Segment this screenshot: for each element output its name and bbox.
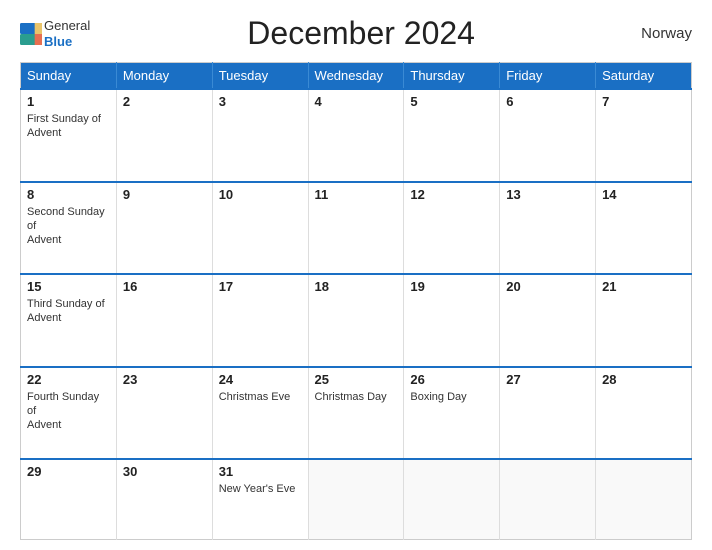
day-number: 12	[410, 187, 493, 202]
day-number: 15	[27, 279, 110, 294]
calendar-cell: 2	[116, 89, 212, 182]
calendar-cell: 15 Third Sunday of Advent	[21, 274, 117, 367]
col-header-sunday: Sunday	[21, 63, 117, 90]
day-event: Third Sunday of Advent	[27, 297, 110, 326]
day-event: New Year's Eve	[219, 482, 302, 496]
day-number: 31	[219, 464, 302, 479]
calendar-cell: 10	[212, 182, 308, 275]
calendar-cell: 7	[596, 89, 692, 182]
calendar-cell: 31 New Year's Eve	[212, 459, 308, 539]
day-event: Christmas Eve	[219, 390, 302, 404]
header: General Blue December 2024 Norway	[20, 15, 692, 52]
day-event: Second Sunday of Advent	[27, 205, 110, 248]
calendar-week-1: 1 First Sunday of Advent 234567	[21, 89, 692, 182]
calendar-cell: 30	[116, 459, 212, 539]
day-number: 25	[315, 372, 398, 387]
calendar-cell: 14	[596, 182, 692, 275]
calendar-cell: 4	[308, 89, 404, 182]
calendar-cell: 27	[500, 367, 596, 460]
day-number: 23	[123, 372, 206, 387]
calendar-header-row: SundayMondayTuesdayWednesdayThursdayFrid…	[21, 63, 692, 90]
day-event: Fourth Sunday of Advent	[27, 390, 110, 433]
calendar-cell: 1 First Sunday of Advent	[21, 89, 117, 182]
col-header-wednesday: Wednesday	[308, 63, 404, 90]
col-header-saturday: Saturday	[596, 63, 692, 90]
calendar-cell	[500, 459, 596, 539]
calendar-cell	[596, 459, 692, 539]
day-number: 13	[506, 187, 589, 202]
logo-text: General Blue	[44, 18, 90, 49]
day-number: 5	[410, 94, 493, 109]
calendar-cell: 23	[116, 367, 212, 460]
calendar-page: General Blue December 2024 Norway Sunday…	[0, 0, 712, 550]
day-number: 20	[506, 279, 589, 294]
calendar-cell: 19	[404, 274, 500, 367]
day-number: 24	[219, 372, 302, 387]
calendar-week-5: 29 30 31 New Year's Eve	[21, 459, 692, 539]
calendar-cell	[308, 459, 404, 539]
calendar-cell: 17	[212, 274, 308, 367]
day-number: 10	[219, 187, 302, 202]
calendar-cell: 13	[500, 182, 596, 275]
calendar-cell: 24 Christmas Eve	[212, 367, 308, 460]
calendar-cell: 8 Second Sunday of Advent	[21, 182, 117, 275]
day-number: 8	[27, 187, 110, 202]
day-number: 4	[315, 94, 398, 109]
country-label: Norway	[632, 25, 692, 42]
day-number: 27	[506, 372, 589, 387]
day-number: 17	[219, 279, 302, 294]
logo-line2: Blue	[44, 34, 72, 49]
calendar-cell: 22 Fourth Sunday of Advent	[21, 367, 117, 460]
calendar-cell: 20	[500, 274, 596, 367]
calendar-cell: 26 Boxing Day	[404, 367, 500, 460]
logo: General Blue	[20, 18, 90, 49]
calendar-cell: 25 Christmas Day	[308, 367, 404, 460]
calendar-cell: 28	[596, 367, 692, 460]
day-event: Boxing Day	[410, 390, 493, 404]
day-number: 9	[123, 187, 206, 202]
day-number: 3	[219, 94, 302, 109]
day-number: 2	[123, 94, 206, 109]
day-number: 7	[602, 94, 685, 109]
calendar-cell	[404, 459, 500, 539]
calendar-cell: 21	[596, 274, 692, 367]
calendar-week-2: 8 Second Sunday of Advent 9 10 11 12 13 14	[21, 182, 692, 275]
day-number: 1	[27, 94, 110, 109]
day-number: 6	[506, 94, 589, 109]
calendar-week-3: 15 Third Sunday of Advent 16 17 18 19 20 21	[21, 274, 692, 367]
calendar-table: SundayMondayTuesdayWednesdayThursdayFrid…	[20, 62, 692, 540]
day-number: 11	[315, 187, 398, 202]
day-event: Christmas Day	[315, 390, 398, 404]
day-number: 30	[123, 464, 206, 479]
col-header-monday: Monday	[116, 63, 212, 90]
logo-line1: General	[44, 18, 90, 34]
calendar-week-4: 22 Fourth Sunday of Advent 23 24 Christmas E…	[21, 367, 692, 460]
col-header-tuesday: Tuesday	[212, 63, 308, 90]
calendar-cell: 16	[116, 274, 212, 367]
calendar-cell: 6	[500, 89, 596, 182]
day-number: 14	[602, 187, 685, 202]
calendar-cell: 29	[21, 459, 117, 539]
calendar-cell: 11	[308, 182, 404, 275]
logo-icon	[20, 23, 42, 45]
calendar-cell: 12	[404, 182, 500, 275]
day-number: 26	[410, 372, 493, 387]
day-event: First Sunday of Advent	[27, 112, 110, 141]
calendar-cell: 9	[116, 182, 212, 275]
day-number: 18	[315, 279, 398, 294]
day-number: 28	[602, 372, 685, 387]
day-number: 19	[410, 279, 493, 294]
day-number: 16	[123, 279, 206, 294]
day-number: 22	[27, 372, 110, 387]
calendar-cell: 3	[212, 89, 308, 182]
calendar-cell: 18	[308, 274, 404, 367]
col-header-friday: Friday	[500, 63, 596, 90]
day-number: 29	[27, 464, 110, 479]
month-title: December 2024	[90, 15, 632, 52]
calendar-cell: 5	[404, 89, 500, 182]
day-number: 21	[602, 279, 685, 294]
col-header-thursday: Thursday	[404, 63, 500, 90]
